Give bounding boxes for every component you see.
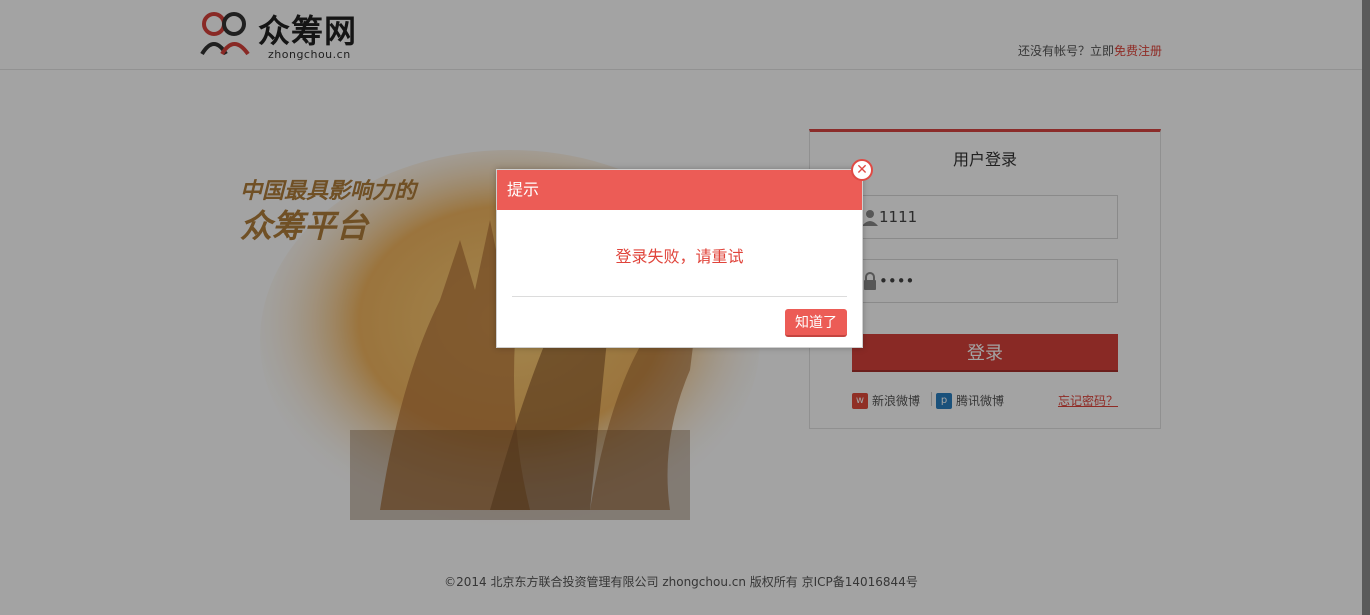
dialog-divider	[512, 296, 847, 297]
dialog-title: 提示	[497, 170, 862, 210]
alert-dialog: 提示 登录失败，请重试 知道了	[496, 169, 863, 348]
close-icon[interactable]: ✕	[851, 159, 873, 181]
window-scrollbar[interactable]	[1362, 0, 1370, 615]
dialog-ok-button[interactable]: 知道了	[785, 309, 847, 337]
dialog-message: 登录失败，请重试	[615, 247, 744, 266]
